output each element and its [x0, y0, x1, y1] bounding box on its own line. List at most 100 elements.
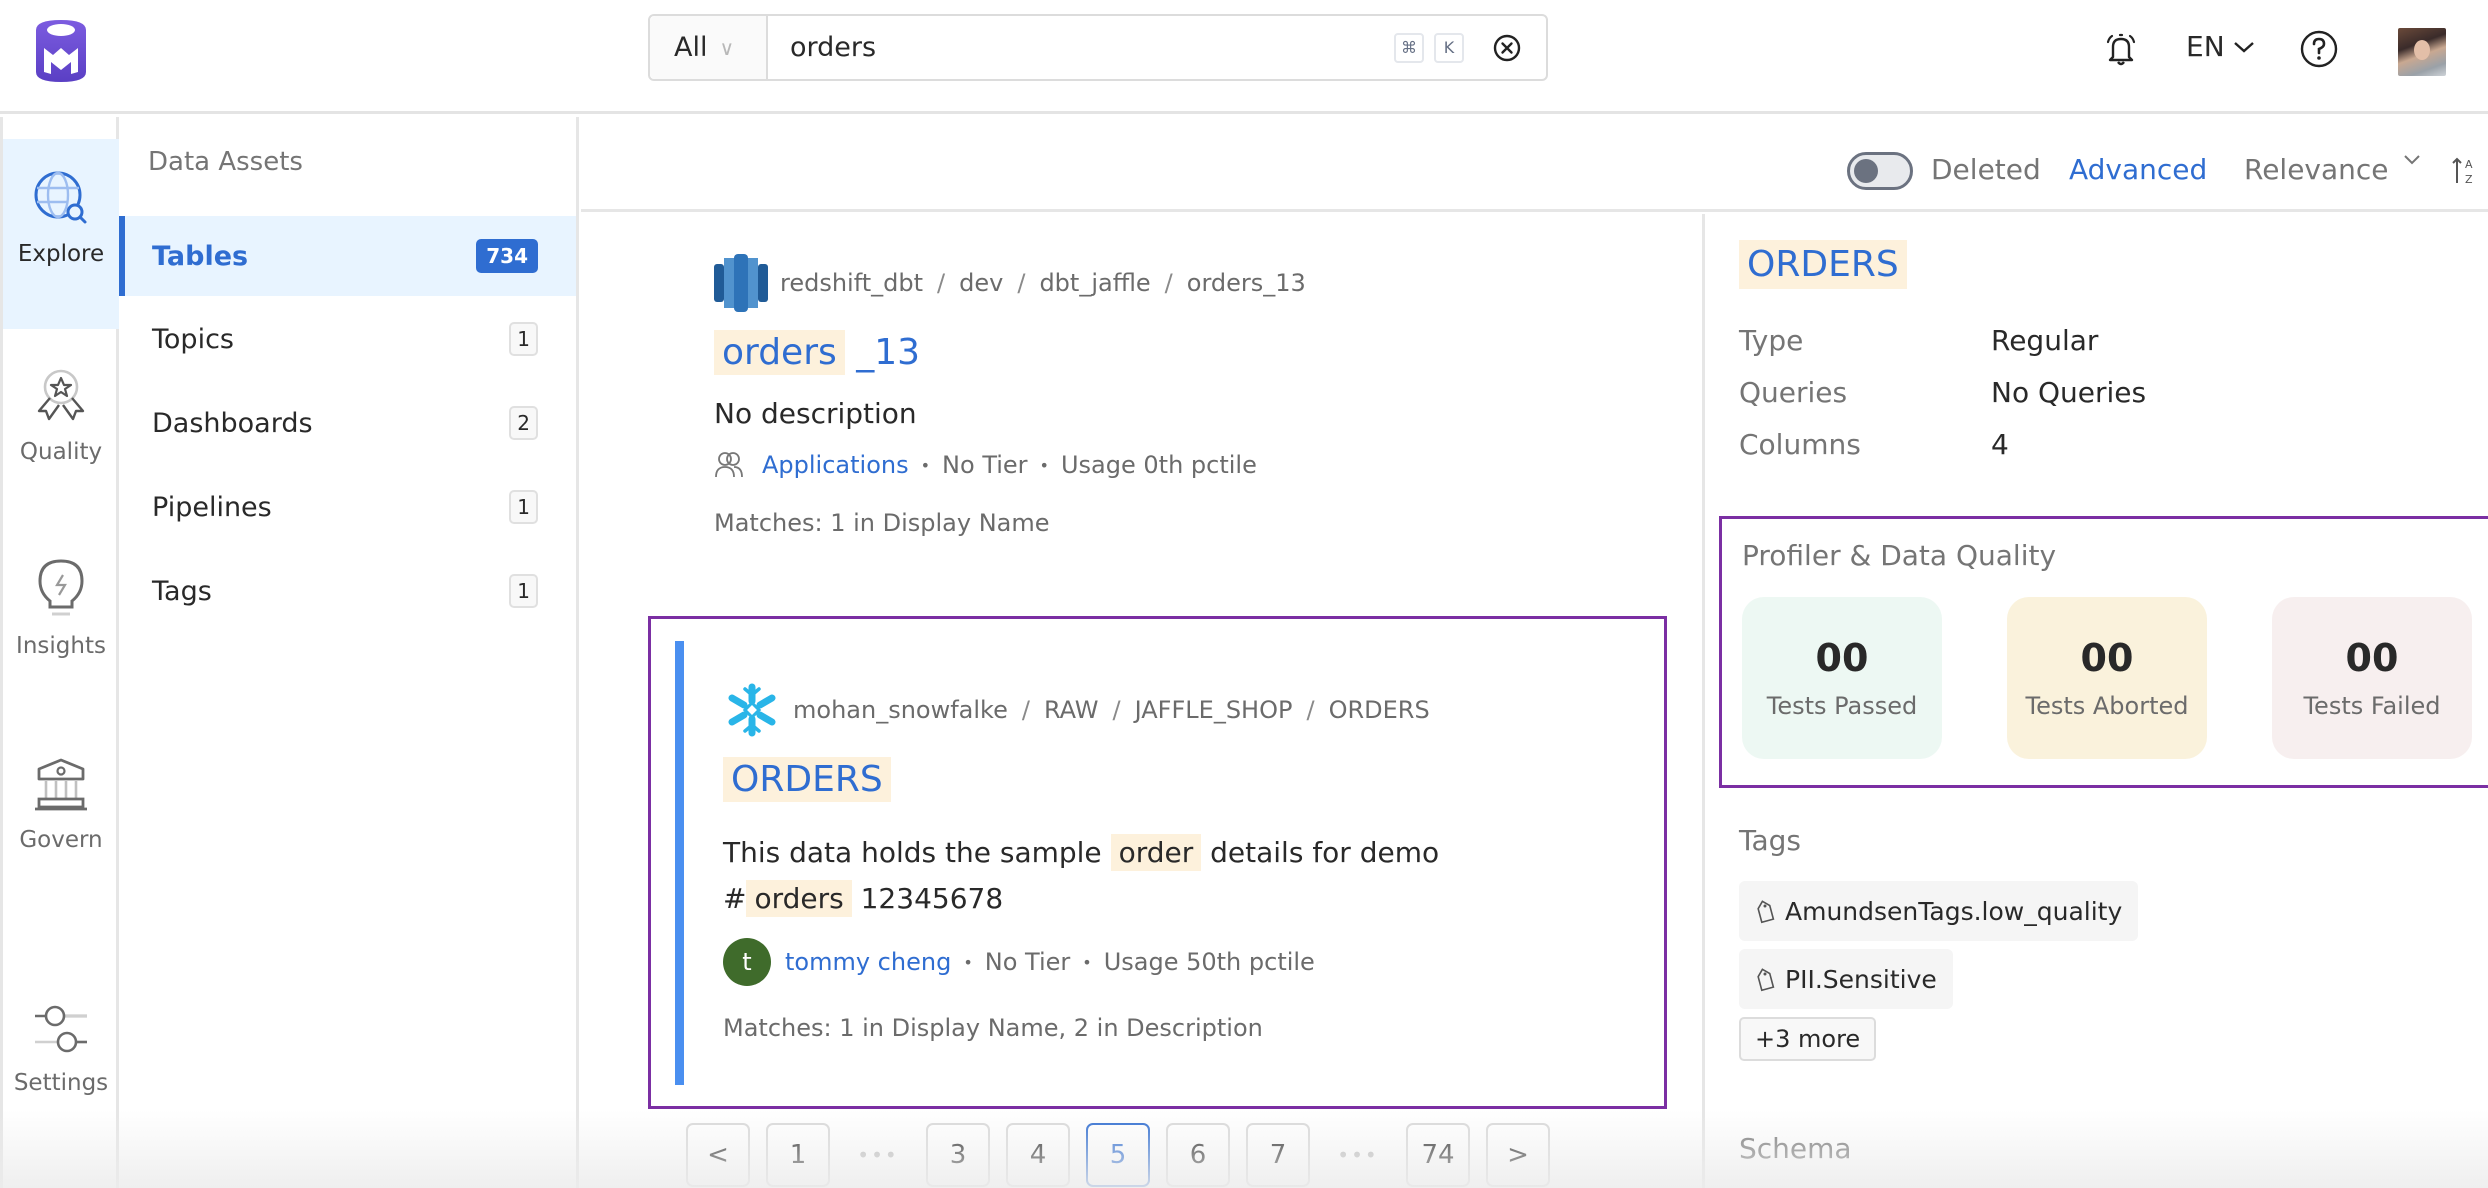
result-card[interactable]: redshift_dbt / dev / dbt_jaffle / orders… — [714, 254, 1614, 537]
left-nav: Explore Quality Insights Govern Settings — [0, 117, 119, 1188]
profiler-title: Profiler & Data Quality — [1742, 539, 2057, 572]
breadcrumb-item[interactable]: orders_13 — [1187, 269, 1306, 297]
language-selector[interactable]: EN — [2186, 30, 2255, 63]
next-page-button[interactable]: > — [1486, 1123, 1550, 1187]
chevron-down-icon — [2233, 41, 2254, 53]
detail-row-type: Type Regular — [1739, 324, 2098, 357]
page-button[interactable]: 7 — [1246, 1123, 1310, 1187]
breadcrumb-separator: / — [1112, 696, 1121, 724]
sort-ascending-az-icon[interactable]: A Z — [2451, 155, 2477, 187]
language-label: EN — [2186, 30, 2225, 63]
profiler-data-quality: Profiler & Data Quality 00 Tests Passed … — [1719, 516, 2488, 788]
cmd-key-hint: ⌘ — [1394, 32, 1424, 63]
stat-label: Tests Failed — [2303, 692, 2441, 720]
category-dashboards[interactable]: Dashboards 2 — [119, 383, 576, 463]
page-ellipsis[interactable]: ••• — [1326, 1143, 1390, 1167]
detail-value: 4 — [1991, 428, 2009, 461]
tag-icon — [1757, 968, 1775, 992]
nav-explore[interactable]: Explore — [3, 139, 119, 329]
page-button[interactable]: 6 — [1166, 1123, 1230, 1187]
desc-highlight: orders — [746, 880, 852, 917]
nav-settings-label: Settings — [13, 1070, 109, 1096]
detail-key: Type — [1739, 324, 1804, 357]
tag-chip[interactable]: AmundsenTags.low_quality — [1739, 881, 2139, 941]
clear-search-icon[interactable] — [1492, 33, 1522, 63]
selected-indicator-bar — [675, 641, 684, 1085]
breadcrumb-item[interactable]: dev — [959, 269, 1003, 297]
result-matches: Matches: 1 in Display Name, 2 in Descrip… — [723, 1014, 1263, 1042]
sort-field-dropdown[interactable]: Relevance — [2244, 153, 2421, 186]
breadcrumb: redshift_dbt / dev / dbt_jaffle / orders… — [714, 254, 1614, 312]
page-ellipsis[interactable]: ••• — [846, 1143, 910, 1167]
bell-icon[interactable] — [2104, 32, 2138, 68]
stat-value: 00 — [2345, 636, 2399, 680]
breadcrumb-item[interactable]: RAW — [1044, 696, 1099, 724]
desc-highlight: order — [1110, 834, 1202, 871]
user-avatar[interactable] — [2398, 28, 2446, 76]
owner-link[interactable]: tommy cheng — [785, 948, 951, 976]
search-input[interactable] — [768, 16, 1394, 79]
result-meta: t tommy cheng • No Tier • Usage 50th pct… — [723, 938, 1623, 986]
page-button[interactable]: 3 — [926, 1123, 990, 1187]
search-scope-value: All — [674, 32, 708, 63]
entity-title[interactable]: ORDERS — [1739, 240, 1907, 289]
title-highlight: ORDERS — [723, 757, 891, 802]
tag-icon — [1757, 900, 1775, 924]
prev-page-button[interactable]: < — [686, 1123, 750, 1187]
nav-settings[interactable]: Settings — [3, 1002, 119, 1096]
page-button[interactable]: 1 — [766, 1123, 830, 1187]
advanced-search-link[interactable]: Advanced — [2069, 153, 2207, 186]
results-toolbar: Deleted Advanced Relevance A Z — [581, 117, 2488, 212]
team-icon — [715, 452, 743, 478]
data-assets-title: Data Assets — [148, 147, 303, 177]
help-icon[interactable] — [2300, 30, 2338, 68]
svg-text:A: A — [2465, 158, 2473, 171]
category-count: 2 — [509, 406, 538, 440]
owner-link[interactable]: Applications — [762, 451, 909, 479]
stat-label: Tests Passed — [1766, 692, 1918, 720]
category-label: Dashboards — [152, 407, 313, 439]
breadcrumb-item[interactable]: mohan_snowfalke — [793, 696, 1008, 724]
category-tags[interactable]: Tags 1 — [119, 551, 576, 631]
category-tables[interactable]: Tables 734 — [119, 216, 576, 296]
breadcrumb-separator: / — [1017, 269, 1026, 297]
nav-govern-label: Govern — [19, 827, 103, 853]
breadcrumb-item[interactable]: redshift_dbt — [780, 269, 923, 297]
nav-govern[interactable]: Govern — [3, 757, 119, 853]
tag-chip[interactable]: PII.Sensitive — [1739, 949, 1953, 1009]
category-topics[interactable]: Topics 1 — [119, 299, 576, 379]
category-count: 1 — [509, 322, 538, 356]
nav-insights[interactable]: Insights — [3, 557, 119, 659]
nav-quality[interactable]: Quality — [3, 367, 119, 465]
snowflake-icon — [728, 683, 776, 737]
meta-separator: • — [1039, 455, 1049, 475]
result-title-link[interactable]: orders _13 — [714, 330, 921, 375]
result-description: This data holds the sample order details… — [723, 830, 1623, 922]
openmetadata-logo[interactable] — [34, 20, 88, 82]
result-card-selected[interactable]: mohan_snowfalke / RAW / JAFFLE_SHOP / OR… — [648, 616, 1667, 1109]
result-title-link[interactable]: ORDERS — [723, 757, 891, 802]
search-scope-dropdown[interactable]: All ∨ — [650, 16, 768, 79]
pagination: < 1 ••• 3 4 5 6 7 ••• 74 > — [686, 1123, 1550, 1187]
deleted-label: Deleted — [1931, 153, 2041, 186]
nav-insights-label: Insights — [16, 633, 106, 659]
more-tags-button[interactable]: +3 more — [1739, 1017, 1877, 1061]
desc-text: details for demo — [1201, 836, 1440, 869]
usage-label: Usage 0th pctile — [1060, 451, 1257, 479]
breadcrumb-separator: / — [937, 269, 946, 297]
breadcrumb-item[interactable]: ORDERS — [1329, 696, 1430, 724]
lightbulb-icon — [38, 559, 84, 616]
page-button-current[interactable]: 5 — [1086, 1123, 1150, 1187]
detail-value: No Queries — [1991, 376, 2147, 409]
page-button[interactable]: 74 — [1406, 1123, 1470, 1187]
deleted-toggle[interactable] — [1847, 152, 1913, 190]
page-button[interactable]: 4 — [1006, 1123, 1070, 1187]
category-pipelines[interactable]: Pipelines 1 — [119, 467, 576, 547]
chevron-down-icon: ∨ — [719, 35, 735, 60]
title-rest: _13 — [844, 332, 921, 373]
award-ribbon-icon — [37, 369, 85, 421]
k-key-hint: K — [1434, 32, 1464, 63]
result-meta: Applications • No Tier • Usage 0th pctil… — [714, 451, 1614, 479]
breadcrumb-item[interactable]: JAFFLE_SHOP — [1135, 696, 1293, 724]
breadcrumb-item[interactable]: dbt_jaffle — [1039, 269, 1150, 297]
